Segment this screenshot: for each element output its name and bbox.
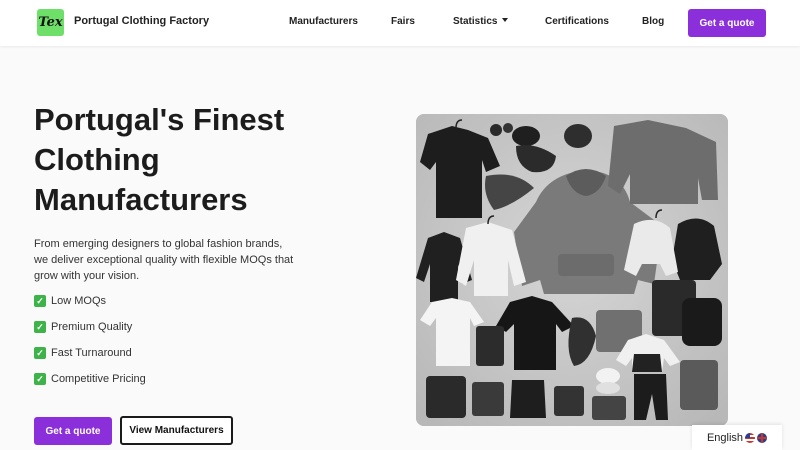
top-navbar: Tex Portugal Clothing Factory Manufactur…	[0, 0, 800, 46]
feature-label: Premium Quality	[51, 321, 133, 333]
uk-flag-icon	[757, 432, 768, 443]
feature-label: Competitive Pricing	[51, 373, 146, 385]
hero-title-line-1: Portugal's Finest	[34, 102, 285, 137]
logo-text: Tex	[38, 15, 63, 30]
feature-item: ✓ Low MOQs	[34, 295, 106, 307]
hero-title: Portugal's Finest Clothing Manufacturers	[34, 100, 354, 220]
feature-label: Low MOQs	[51, 295, 107, 307]
language-label: English	[706, 431, 744, 444]
brand-name[interactable]: Portugal Clothing Factory	[74, 15, 209, 27]
nav-get-quote-button[interactable]: Get a quote	[688, 9, 766, 37]
nav-link-statistics-label: Statistics	[453, 16, 498, 27]
check-mark-icon: ✓	[34, 321, 46, 333]
feature-label: Fast Turnaround	[51, 347, 132, 359]
nav-link-manufacturers[interactable]: Manufacturers	[289, 16, 358, 27]
hero-title-line-3: Manufacturers	[34, 182, 248, 217]
check-mark-icon: ✓	[34, 295, 46, 307]
nav-link-fairs[interactable]: Fairs	[391, 16, 415, 27]
feature-item: ✓ Fast Turnaround	[34, 347, 132, 359]
language-selector[interactable]: English	[692, 425, 782, 450]
nav-link-blog[interactable]: Blog	[642, 16, 664, 27]
us-flag-icon	[745, 432, 756, 443]
hero-clothing-image	[416, 114, 728, 426]
nav-link-statistics[interactable]: Statistics	[453, 16, 509, 27]
hero-title-line-2: Clothing	[34, 142, 160, 177]
logo[interactable]: Tex	[37, 9, 64, 36]
chevron-down-icon	[502, 18, 509, 23]
feature-item: ✓ Premium Quality	[34, 321, 132, 333]
hero-description: From emerging designers to global fashio…	[34, 238, 294, 282]
check-mark-icon: ✓	[34, 373, 46, 385]
view-manufacturers-button[interactable]: View Manufacturers	[120, 416, 233, 445]
check-mark-icon: ✓	[34, 347, 46, 359]
feature-item: ✓ Competitive Pricing	[34, 373, 146, 385]
get-quote-button[interactable]: Get a quote	[34, 417, 112, 445]
nav-link-certifications[interactable]: Certifications	[545, 16, 609, 27]
clothing-flatlay-illustration	[416, 114, 728, 426]
